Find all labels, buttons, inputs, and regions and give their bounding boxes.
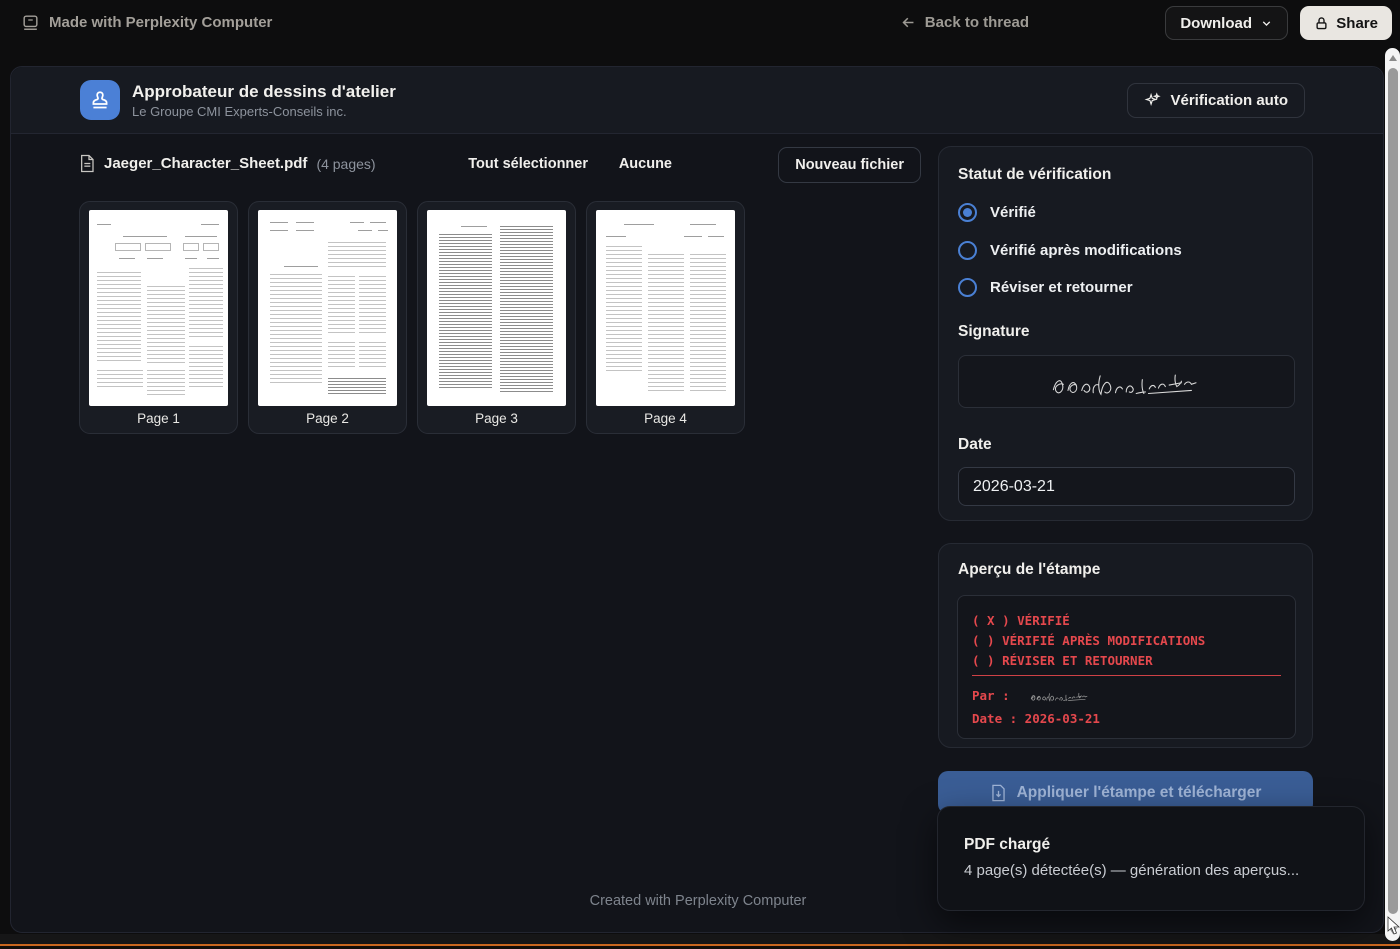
stamp-line-verified: ( X ) VÉRIFIÉ (972, 611, 1281, 631)
radio-selected-icon[interactable] (958, 203, 977, 222)
select-all-button[interactable]: Tout sélectionner (468, 156, 588, 172)
file-name: Jaeger_Character_Sheet.pdf (104, 155, 307, 172)
app-header: Approbateur de dessins d'atelier Le Grou… (11, 67, 1383, 134)
auto-verify-label: Vérification auto (1170, 92, 1288, 109)
radio-label: Réviser et retourner (990, 279, 1133, 296)
radio-option-verified-with-mods[interactable]: Vérifié après modifications (958, 241, 1182, 260)
select-none-button[interactable]: Aucune (619, 156, 672, 172)
share-button[interactable]: Share (1300, 6, 1392, 40)
file-row: Jaeger_Character_Sheet.pdf (4 pages) Tou… (79, 147, 921, 183)
app-title: Approbateur de dessins d'atelier (132, 82, 396, 102)
computer-icon (21, 13, 40, 32)
page-thumbnail-1[interactable]: Page 1 (79, 201, 238, 434)
stamp-app-icon (80, 80, 120, 120)
signature-image (1027, 359, 1227, 405)
made-with-badge: Made with Perplexity Computer (21, 13, 272, 32)
radio-icon[interactable] (958, 241, 977, 260)
arrow-left-icon (900, 14, 917, 31)
file-info: Jaeger_Character_Sheet.pdf (4 pages) (79, 154, 376, 173)
stamp-date-line: Date : 2026-03-21 (972, 709, 1281, 729)
verification-card: Statut de vérification Vérifié Vérifié a… (938, 146, 1313, 521)
page-label: Page 1 (80, 411, 237, 426)
app-subtitle: Le Groupe CMI Experts-Conseils inc. (132, 104, 347, 119)
radio-option-revise-return[interactable]: Réviser et retourner (958, 278, 1133, 297)
page-thumbnail-4[interactable]: Page 4 (586, 201, 745, 434)
back-to-thread-label: Back to thread (925, 14, 1029, 31)
toast-message: 4 page(s) détectée(s) — génération des a… (964, 862, 1299, 879)
page-2-preview (258, 210, 397, 406)
stamp-preview-title: Aperçu de l'étampe (958, 561, 1100, 579)
page-label: Page 4 (587, 411, 744, 426)
page-3-preview (427, 210, 566, 406)
stamp-line-verified-mods: ( ) VÉRIFIÉ APRÈS MODIFICATIONS (972, 631, 1281, 651)
stamp-divider (972, 675, 1281, 676)
download-label: Download (1180, 15, 1252, 32)
sparkles-icon (1144, 92, 1161, 109)
top-bar: Made with Perplexity Computer Back to th… (0, 0, 1400, 47)
stamp-preview-card: Aperçu de l'étampe ( X ) VÉRIFIÉ ( ) VÉR… (938, 543, 1313, 748)
page-label: Page 3 (418, 411, 575, 426)
download-button[interactable]: Download (1165, 6, 1288, 40)
stamp-par-label: Par : (972, 686, 1010, 706)
auto-verify-button[interactable]: Vérification auto (1127, 83, 1305, 118)
made-with-label: Made with Perplexity Computer (49, 14, 272, 31)
page-label: Page 2 (249, 411, 406, 426)
page-1-preview (89, 210, 228, 406)
page-thumbnail-3[interactable]: Page 3 (417, 201, 576, 434)
page-thumbnail-2[interactable]: Page 2 (248, 201, 407, 434)
file-pages-count: (4 pages) (316, 156, 375, 172)
apply-stamp-label: Appliquer l'étampe et télécharger (1017, 784, 1262, 802)
file-icon (79, 154, 95, 173)
radio-option-verified[interactable]: Vérifié (958, 203, 1036, 222)
vertical-scrollbar[interactable] (1385, 48, 1400, 941)
file-download-icon (990, 784, 1007, 802)
page-4-preview (596, 210, 735, 406)
stamp-line-revise: ( ) RÉVISER ET RETOURNER (972, 651, 1281, 671)
bottom-strip (0, 934, 1400, 944)
radio-label: Vérifié après modifications (990, 242, 1182, 259)
radio-label: Vérifié (990, 204, 1036, 221)
back-to-thread-link[interactable]: Back to thread (900, 14, 1029, 31)
date-input[interactable] (958, 467, 1295, 506)
date-label: Date (958, 436, 992, 454)
chevron-down-icon (1260, 17, 1273, 30)
share-label: Share (1336, 15, 1378, 32)
toast-pdf-loaded: PDF chargé 4 page(s) détectée(s) — génér… (937, 806, 1365, 911)
app-panel: Approbateur de dessins d'atelier Le Grou… (10, 66, 1384, 933)
new-file-button[interactable]: Nouveau fichier (778, 147, 921, 183)
signature-box[interactable] (958, 355, 1295, 408)
stamp-preview-box: ( X ) VÉRIFIÉ ( ) VÉRIFIÉ APRÈS MODIFICA… (957, 595, 1296, 739)
mouse-cursor (1386, 916, 1400, 936)
scrollbar-thumb[interactable] (1388, 68, 1398, 914)
lock-icon (1314, 16, 1329, 31)
signature-label: Signature (958, 323, 1029, 341)
toast-title: PDF chargé (964, 836, 1050, 854)
screen: Made with Perplexity Computer Back to th… (0, 0, 1400, 949)
radio-icon[interactable] (958, 278, 977, 297)
verification-title: Statut de vérification (958, 166, 1111, 184)
scroll-up-arrow-icon[interactable] (1389, 55, 1397, 61)
stamp-signature-image (1016, 687, 1104, 705)
